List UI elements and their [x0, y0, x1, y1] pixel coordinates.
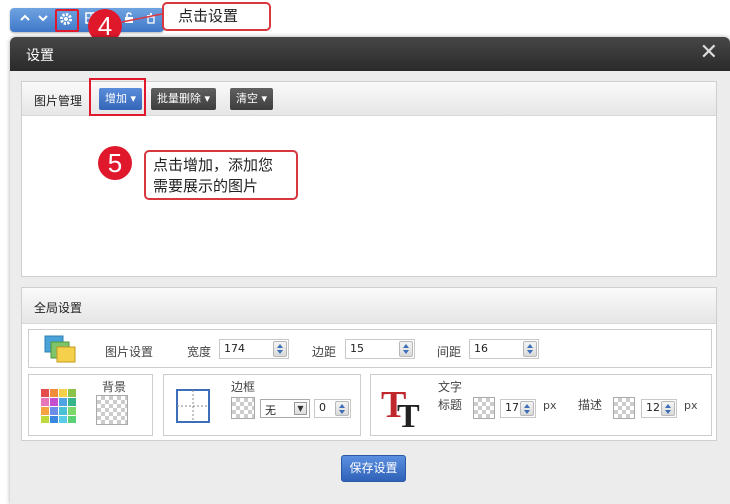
text-label: 文字 — [438, 380, 463, 394]
desc-size-stepper[interactable]: 12 — [641, 399, 677, 418]
background-settings: 背景 — [28, 374, 153, 436]
global-settings-title: 全局设置 — [34, 301, 83, 315]
batch-delete-button[interactable]: 批量删除 ▾ — [151, 88, 217, 110]
title-color-picker[interactable] — [473, 397, 495, 419]
title-font-label: 标题 — [438, 398, 463, 412]
image-manager-title: 图片管理 — [34, 94, 83, 108]
add-callout-line2: 需要展示的图片 — [153, 177, 259, 195]
spacing-stepper-arrows[interactable] — [523, 341, 537, 357]
add-highlight-box — [89, 78, 146, 116]
border-width-stepper[interactable]: 0 — [314, 399, 351, 418]
add-callout: 点击增加，添加您 需要展示的图片 — [144, 150, 298, 200]
title-size-value: 17 — [505, 401, 519, 414]
desc-color-picker[interactable] — [613, 397, 635, 419]
margin-value: 15 — [350, 342, 364, 355]
width-value: 174 — [224, 342, 245, 355]
margin-label: 边距 — [312, 345, 337, 359]
save-settings-button[interactable]: 保存设置 — [341, 455, 406, 482]
step-marker-5: 5 — [98, 146, 132, 180]
border-width-value: 0 — [319, 401, 326, 414]
global-settings-header: 全局设置 — [22, 288, 716, 324]
border-settings: 边框 无 ▼ 0 — [163, 374, 361, 436]
border-style-select[interactable]: 无 ▼ — [260, 399, 310, 418]
clear-label: 清空 — [236, 92, 258, 105]
clear-button[interactable]: 清空 ▾ — [230, 88, 274, 110]
desc-size-unit: px — [684, 399, 698, 412]
add-callout-line1: 点击增加，添加您 — [153, 156, 274, 174]
close-icon[interactable]: ✕ — [700, 41, 718, 65]
title-size-stepper[interactable]: 17 — [500, 399, 536, 418]
border-style-value: 无 — [265, 404, 276, 417]
border-icon — [176, 389, 210, 423]
dialog-title: 设置 — [26, 48, 54, 64]
background-color-picker[interactable] — [96, 395, 128, 425]
title-size-unit: px — [543, 399, 557, 412]
border-label: 边框 — [231, 380, 256, 394]
text-format-icon: T T — [381, 383, 425, 435]
border-width-arrows[interactable] — [335, 401, 349, 416]
dialog-header: 设置 ✕ — [10, 37, 730, 71]
image-settings-icon — [43, 334, 77, 364]
desc-size-value: 12 — [646, 401, 660, 414]
background-label: 背景 — [102, 380, 127, 394]
desc-font-label: 描述 — [578, 398, 603, 412]
width-stepper-arrows[interactable] — [273, 341, 287, 357]
border-color-picker[interactable] — [231, 397, 255, 419]
image-settings-label: 图片设置 — [105, 345, 154, 359]
global-settings-panel: 全局设置 图片设置 宽度 174 边距 15 间距 16 背景 边框 无 ▼ 0… — [21, 287, 717, 441]
margin-stepper-arrows[interactable] — [399, 341, 413, 357]
margin-stepper[interactable]: 15 — [345, 339, 415, 359]
chevron-down-icon: ▼ — [294, 402, 307, 415]
text-settings: T T 文字 标题 17 px 描述 12 px — [370, 374, 712, 436]
title-size-arrows[interactable] — [520, 401, 534, 416]
batch-delete-label: 批量删除 — [157, 92, 201, 105]
spacing-value: 16 — [474, 342, 488, 355]
color-palette-icon — [41, 389, 77, 423]
spacing-label: 间距 — [437, 345, 462, 359]
svg-text:T: T — [397, 398, 420, 429]
image-settings-row: 图片设置 宽度 174 边距 15 间距 16 — [28, 329, 712, 368]
spacing-stepper[interactable]: 16 — [469, 339, 539, 359]
width-stepper[interactable]: 174 — [219, 339, 289, 359]
width-label: 宽度 — [187, 345, 212, 359]
desc-size-arrows[interactable] — [661, 401, 675, 416]
